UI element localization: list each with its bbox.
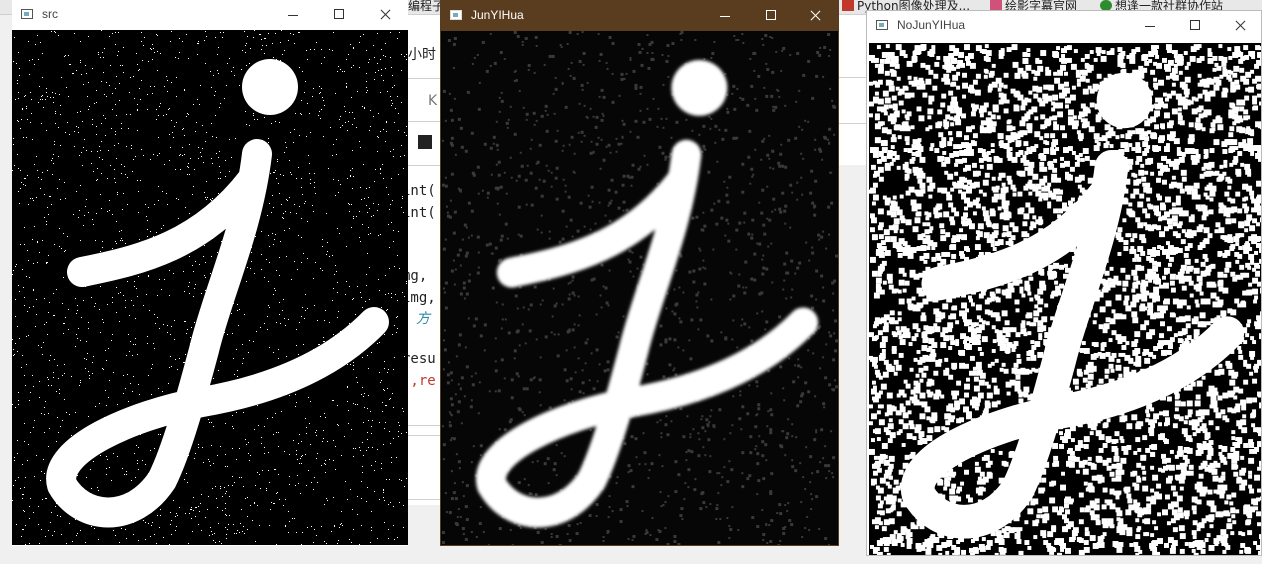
code-fragment: 小时 bbox=[408, 47, 436, 63]
window-titlebar[interactable]: src bbox=[12, 0, 408, 30]
minimize-button[interactable] bbox=[1127, 11, 1173, 41]
letter-j-image-thresholded bbox=[869, 44, 1261, 555]
code-fragment: 方 bbox=[416, 311, 430, 327]
bg-tab[interactable]: 编程子 bbox=[408, 0, 444, 14]
minimize-button[interactable] bbox=[702, 1, 748, 31]
letter-j-image bbox=[12, 30, 408, 545]
code-fragment: K bbox=[428, 93, 438, 109]
image-canvas-nojunyihua bbox=[869, 43, 1261, 555]
junyihua-window[interactable]: JunYIHua bbox=[440, 0, 839, 546]
maximize-button[interactable] bbox=[748, 1, 794, 31]
window-title: JunYIHua bbox=[471, 8, 524, 22]
image-canvas-src bbox=[12, 30, 408, 545]
nojunyihua-window[interactable]: NoJunYIHua bbox=[866, 10, 1262, 556]
window-app-icon bbox=[876, 20, 888, 30]
stop-icon[interactable] bbox=[418, 135, 432, 149]
maximize-button[interactable] bbox=[1172, 11, 1218, 41]
background-panel bbox=[838, 15, 869, 165]
window-app-icon bbox=[450, 10, 462, 20]
window-title: src bbox=[42, 7, 58, 21]
image-canvas-junyihua bbox=[441, 31, 838, 545]
close-button[interactable] bbox=[362, 0, 408, 30]
minimize-button[interactable] bbox=[270, 0, 316, 30]
close-button[interactable] bbox=[1217, 11, 1262, 41]
pdf-icon bbox=[842, 0, 854, 11]
window-titlebar[interactable]: NoJunYIHua bbox=[867, 11, 1261, 41]
maximize-button[interactable] bbox=[316, 0, 362, 30]
close-button[interactable] bbox=[792, 1, 838, 31]
window-title: NoJunYIHua bbox=[897, 18, 966, 32]
window-app-icon bbox=[21, 9, 33, 19]
src-window[interactable]: src bbox=[12, 0, 408, 546]
background-code-editor: 小时 K int( int( mg, img, 方 resu ',re bbox=[402, 15, 442, 505]
window-titlebar[interactable]: JunYIHua bbox=[441, 1, 838, 31]
letter-j-image-blurred bbox=[441, 31, 838, 545]
